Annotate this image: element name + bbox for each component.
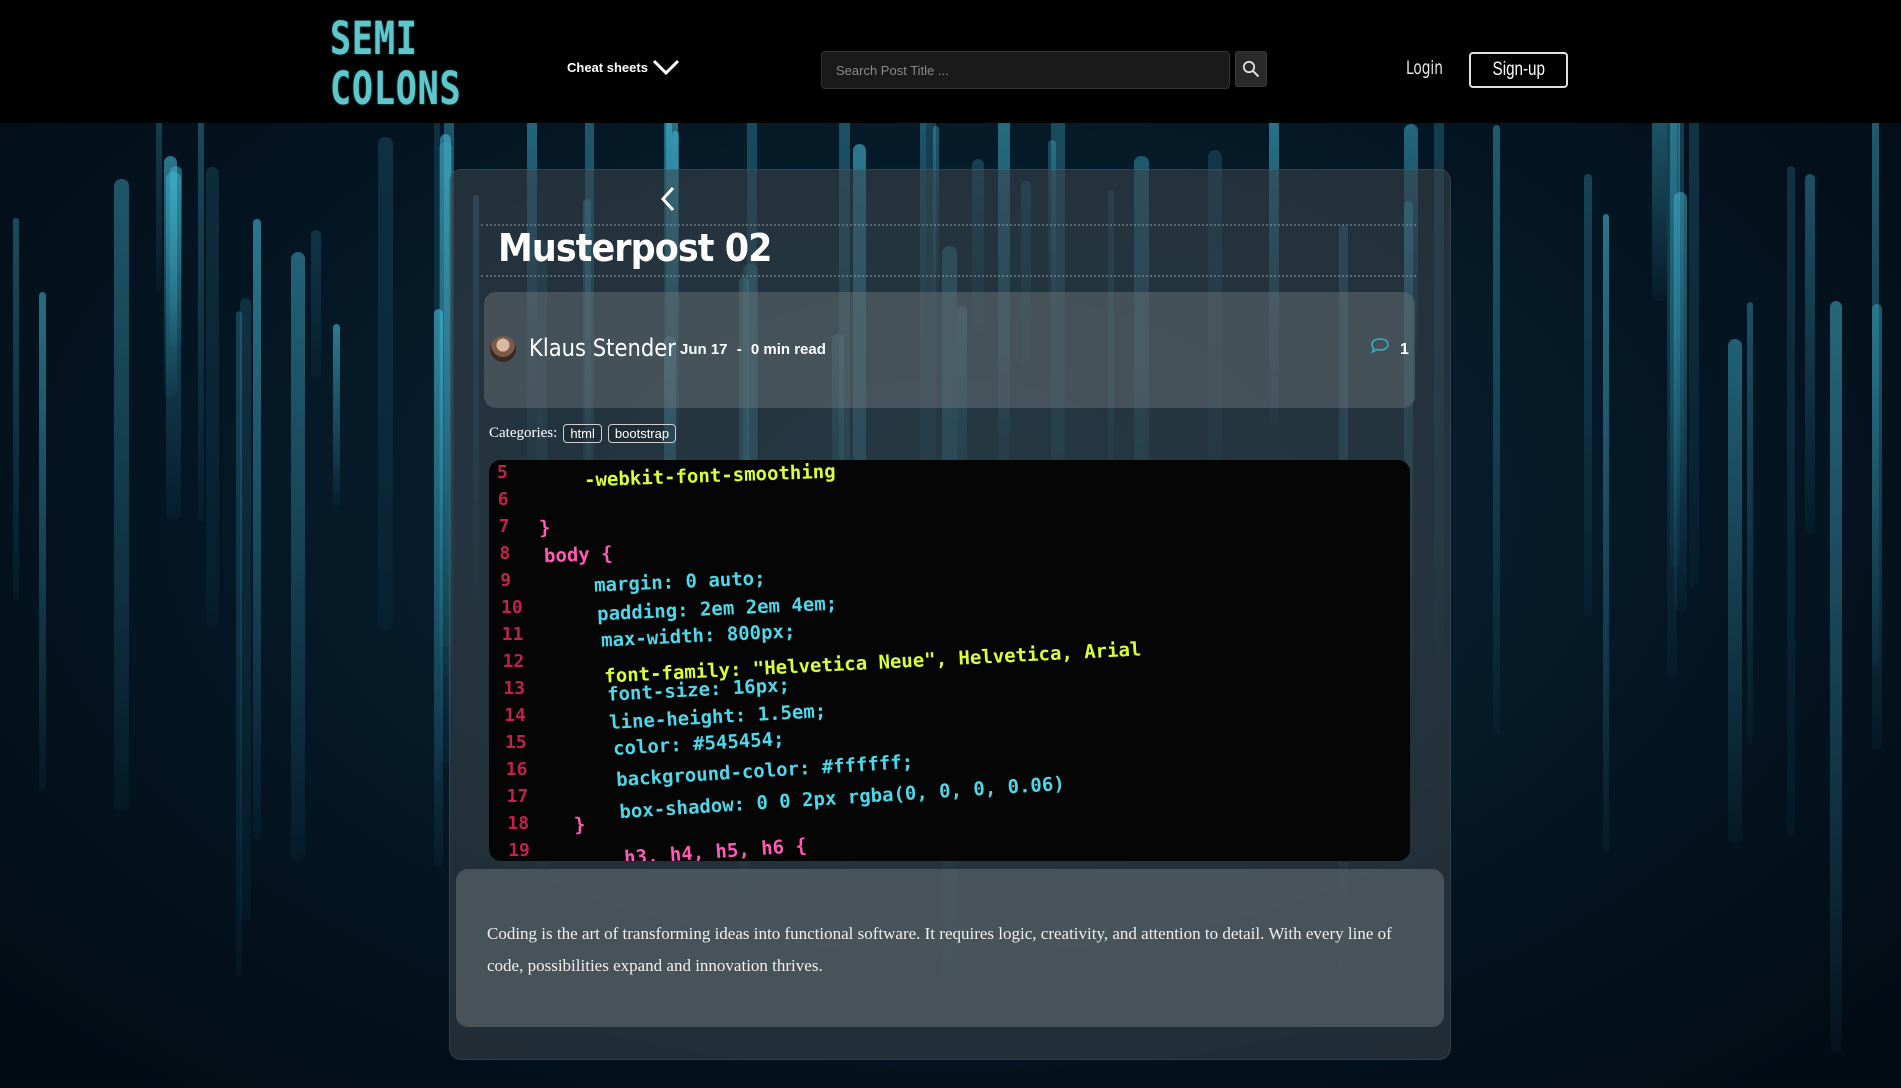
matrix-streak xyxy=(1667,123,1677,677)
code-line-number: 16 xyxy=(505,759,528,780)
category-tag-html[interactable]: html xyxy=(563,424,602,443)
matrix-streak xyxy=(1584,174,1592,616)
code-line: color: #545454; xyxy=(612,728,786,760)
code-line: line-height: 1.5em; xyxy=(608,699,827,735)
categories: Categories: html bootstrap xyxy=(489,424,677,443)
matrix-streak xyxy=(1493,125,1500,735)
matrix-streak xyxy=(198,123,204,522)
matrix-streak xyxy=(1678,123,1684,490)
search-input[interactable] xyxy=(821,51,1230,89)
author-name[interactable]: Klaus Stender xyxy=(529,334,676,362)
matrix-streak xyxy=(1830,301,1842,1053)
matrix-streak xyxy=(1728,339,1742,843)
matrix-streak xyxy=(1787,166,1795,837)
code-line-number: 11 xyxy=(501,624,524,645)
post-hero-image: 5 6 7 8 9 10 11 12 13 14 15 16 17 18 19 -webkit-font-sm… xyxy=(489,460,1410,861)
code-line-number: 12 xyxy=(502,651,525,672)
matrix-streak xyxy=(378,137,393,630)
code-line: body { xyxy=(543,542,614,568)
matrix-streak xyxy=(114,179,129,811)
matrix-streak xyxy=(1872,123,1879,667)
code-line: h3, h4, h5, h6 { xyxy=(623,834,808,861)
matrix-streak xyxy=(311,230,321,380)
code-line: -webkit-font-smoothing xyxy=(583,460,836,492)
code-line: margin: 0 auto; xyxy=(593,567,766,597)
post-body-text: Coding is the art of transforming ideas … xyxy=(487,924,1392,975)
divider-bottom xyxy=(481,275,1416,277)
matrix-streak xyxy=(434,309,443,867)
signup-button[interactable]: Sign-up xyxy=(1469,52,1568,88)
matrix-streak xyxy=(291,252,305,861)
logo-line-1: SEMI xyxy=(330,12,418,65)
matrix-streak xyxy=(156,123,162,292)
matrix-streak xyxy=(13,218,19,601)
code-line-number: 8 xyxy=(499,543,511,564)
code-line-number: 13 xyxy=(503,678,526,699)
comment-icon[interactable] xyxy=(1370,337,1390,355)
matrix-streak xyxy=(206,167,219,627)
meta-separator: - xyxy=(736,341,742,358)
comment-count: 1 xyxy=(1400,341,1409,358)
matrix-streak xyxy=(333,324,340,506)
code-line: padding: 2em 2em 4em; xyxy=(596,592,838,626)
post-date-readtime: Jun 17 - 0 min read xyxy=(680,341,826,358)
code-line-number: 5 xyxy=(497,462,508,483)
post-content: Coding is the art of transforming ideas … xyxy=(456,869,1444,1027)
post-title: Musterpost 02 xyxy=(498,226,773,270)
code-line: } xyxy=(573,813,587,837)
search-button[interactable] xyxy=(1235,51,1267,87)
post-date: Jun 17 xyxy=(680,341,728,358)
search-icon xyxy=(1242,60,1260,78)
matrix-streak xyxy=(1652,123,1667,301)
code-line-number: 19 xyxy=(508,840,530,861)
matrix-streak xyxy=(1603,214,1609,852)
site-header: SEMI COLONS Cheat sheets Login Sign-up xyxy=(0,0,1901,123)
logo-line-2: COLONS xyxy=(330,62,462,115)
chevron-down-icon xyxy=(652,59,679,76)
read-time: 0 min read xyxy=(750,341,826,358)
code-line-number: 15 xyxy=(505,732,527,753)
code-line-number: 18 xyxy=(507,813,530,834)
signup-label: Sign-up xyxy=(1492,59,1545,80)
cheat-sheets-dropdown[interactable]: Cheat sheets xyxy=(567,58,680,76)
matrix-streak xyxy=(39,292,46,791)
code-line-number: 7 xyxy=(498,516,510,537)
code-line-number: 14 xyxy=(504,705,526,726)
login-link[interactable]: Login xyxy=(1406,57,1443,79)
category-tag-bootstrap[interactable]: bootstrap xyxy=(607,424,677,443)
code-screenshot: 5 6 7 8 9 10 11 12 13 14 15 16 17 18 19 -webkit-font-sm… xyxy=(489,460,1410,861)
matrix-streak xyxy=(1689,123,1699,587)
cheat-sheets-label: Cheat sheets xyxy=(567,59,648,75)
code-line: max-width: 800px; xyxy=(600,620,796,652)
matrix-streak xyxy=(253,219,261,839)
code-line-number: 10 xyxy=(501,597,523,618)
matrix-streak xyxy=(1805,174,1815,535)
matrix-streak xyxy=(240,298,251,921)
categories-label: Categories: xyxy=(489,425,558,441)
back-arrow-icon[interactable] xyxy=(658,184,678,214)
site-logo[interactable]: SEMI COLONS xyxy=(330,12,462,118)
code-line-number: 9 xyxy=(500,570,512,591)
matrix-streak xyxy=(1747,302,1753,744)
matrix-streak xyxy=(166,172,181,520)
code-line-number: 17 xyxy=(506,786,529,807)
code-line-number: 6 xyxy=(497,489,509,510)
code-line: } xyxy=(538,516,551,540)
author-avatar[interactable] xyxy=(490,336,516,362)
